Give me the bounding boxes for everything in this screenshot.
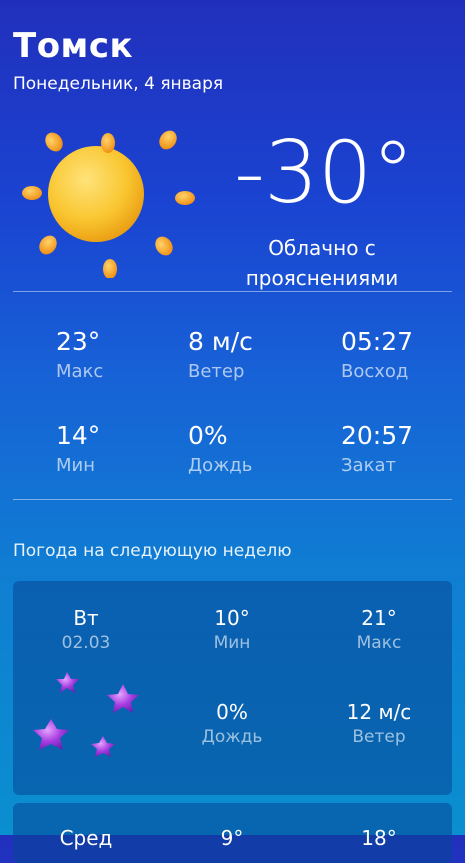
current-date: Понедельник, 4 января bbox=[13, 74, 224, 94]
stat-rain-value: 0% bbox=[188, 421, 228, 450]
forecast-min: 9° bbox=[177, 825, 287, 851]
forecast-rain-label: Дождь bbox=[201, 727, 263, 747]
week-forecast-title: Погода на следующую неделю bbox=[13, 541, 292, 561]
divider-top bbox=[13, 291, 452, 292]
forecast-card-tuesday[interactable]: Вт 02.03 10° Мин 21° Макс 0% Дождь 12 м/… bbox=[13, 581, 452, 795]
stat-min-label: Мин bbox=[56, 455, 95, 476]
forecast-rain-value: 0% bbox=[216, 700, 248, 724]
forecast-max: 21° Макс bbox=[324, 605, 434, 653]
forecast-day: Сред bbox=[31, 825, 141, 851]
divider-bottom bbox=[13, 499, 452, 500]
condition-line-1: Облачно с bbox=[268, 236, 376, 260]
stat-wind: 8 м/с Ветер bbox=[188, 327, 253, 382]
forecast-max-label: Макс bbox=[356, 633, 402, 653]
forecast-min: 10° Мин bbox=[177, 605, 287, 653]
weather-condition: Облачно с прояснениями bbox=[232, 233, 412, 293]
forecast-min-value: 9° bbox=[220, 826, 244, 850]
stat-max: 23° Макс bbox=[56, 327, 103, 382]
forecast-day-name: Сред bbox=[59, 826, 113, 850]
stat-wind-label: Ветер bbox=[188, 361, 245, 382]
forecast-rain: 0% Дождь bbox=[177, 699, 287, 747]
forecast-day: Вт 02.03 bbox=[31, 605, 141, 653]
stat-sunrise: 05:27 Восход bbox=[341, 327, 413, 382]
stat-sunrise-label: Восход bbox=[341, 361, 409, 382]
forecast-card-wednesday[interactable]: Сред 9° 18° bbox=[13, 803, 452, 863]
stat-rain-label: Дождь bbox=[188, 455, 253, 476]
purple-stars-icon bbox=[33, 672, 139, 757]
forecast-day-date: 02.03 bbox=[61, 633, 111, 653]
forecast-max-value: 21° bbox=[361, 606, 397, 630]
stat-sunset-value: 20:57 bbox=[341, 421, 414, 450]
city-name: Томск bbox=[13, 26, 134, 66]
forecast-wind-label: Ветер bbox=[352, 727, 406, 747]
stat-max-label: Макс bbox=[56, 361, 104, 382]
stat-sunset-label: Закат bbox=[341, 455, 396, 476]
sun-icon bbox=[22, 130, 195, 278]
stat-min-value: 14° bbox=[56, 421, 101, 450]
stat-min: 14° Мин bbox=[56, 421, 100, 476]
stat-sunrise-value: 05:27 bbox=[341, 327, 414, 356]
forecast-wind-value: 12 м/с bbox=[346, 700, 412, 724]
forecast-max-value: 18° bbox=[361, 826, 397, 850]
forecast-max: 18° bbox=[324, 825, 434, 851]
current-temperature: -30° bbox=[234, 123, 414, 223]
stat-max-value: 23° bbox=[56, 327, 101, 356]
forecast-min-value: 10° bbox=[214, 606, 250, 630]
forecast-day-name: Вт bbox=[73, 606, 99, 630]
condition-line-2: прояснениями bbox=[245, 266, 399, 290]
stat-sunset: 20:57 Закат bbox=[341, 421, 413, 476]
forecast-wind: 12 м/с Ветер bbox=[324, 699, 434, 747]
forecast-min-label: Мин bbox=[213, 633, 251, 653]
stat-rain: 0% Дождь bbox=[188, 421, 252, 476]
stat-wind-value: 8 м/с bbox=[188, 327, 253, 356]
